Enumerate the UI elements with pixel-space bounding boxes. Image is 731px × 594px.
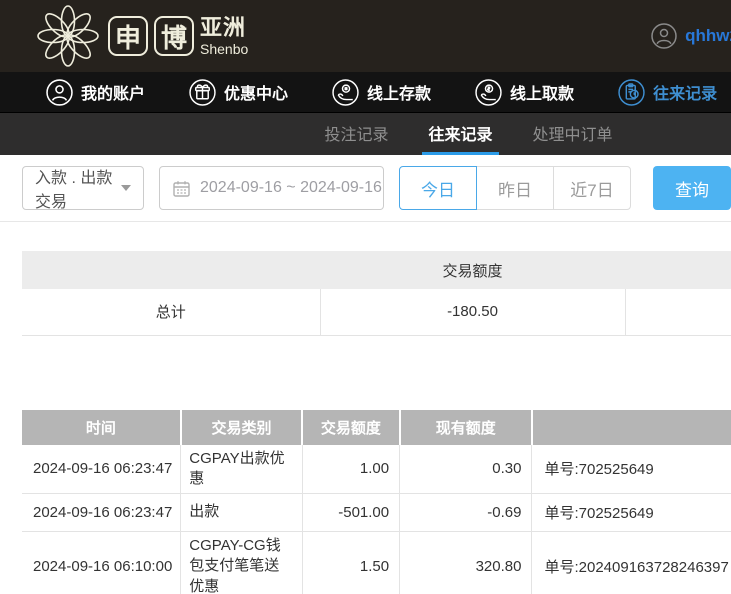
col-header-type: 交易类别	[181, 410, 302, 445]
today-button[interactable]: 今日	[399, 166, 477, 210]
cell-balance: 0.30	[400, 445, 532, 494]
records-icon	[618, 79, 645, 106]
nav-label: 往来记录	[653, 80, 717, 104]
nav-label: 我的账户	[81, 80, 145, 104]
top-header: 申 博 亚洲 Shenbo qhhw2	[0, 0, 731, 72]
col-header-amount: 交易额度	[302, 410, 400, 445]
nav-label: 优惠中心	[224, 80, 288, 104]
cell-type: CGPAY-CG钱包支付笔笔送优惠	[181, 532, 302, 594]
sub-nav: 投注记录 往来记录 处理中订单	[0, 113, 731, 155]
nav-item-my-account[interactable]: 我的账户	[46, 79, 145, 106]
nav-item-deposit[interactable]: 线上存款	[332, 79, 431, 106]
col-header-time: 时间	[22, 410, 181, 445]
logo-region-text: 亚洲	[200, 17, 248, 39]
summary-total-value: -180.50	[320, 289, 625, 335]
cell-time: 2024-09-16 06:23:47	[22, 494, 181, 532]
account-area: qhhw2	[651, 0, 731, 72]
transaction-type-select[interactable]: 入款 . 出款交易	[22, 166, 144, 210]
calendar-icon	[172, 179, 191, 198]
last7days-button[interactable]: 近7日	[553, 166, 631, 210]
table-row: 2024-09-16 06:10:00 CGPAY-CG钱包支付笔笔送优惠 1.…	[22, 532, 731, 594]
nav-item-withdraw[interactable]: 线上取款	[475, 79, 574, 106]
quick-date-group: 今日 昨日 近7日	[399, 166, 631, 210]
cell-amount: 1.00	[302, 445, 400, 494]
summary-table: 交易额度 总计 -180.50	[22, 251, 731, 336]
logo-char-shen: 申	[108, 16, 148, 56]
cell-summary: 单号:202409163728246397	[532, 532, 731, 594]
logo-char-bo: 博	[154, 16, 194, 56]
tab-transaction-records[interactable]: 往来记录	[422, 113, 498, 155]
col-header-summary: 摘要	[532, 410, 731, 445]
search-button[interactable]: 查询	[653, 166, 731, 210]
deposit-icon	[332, 79, 359, 106]
nav-item-records[interactable]: 往来记录	[618, 79, 717, 106]
cell-balance: 320.80	[400, 532, 532, 594]
cell-time: 2024-09-16 06:10:00	[22, 532, 181, 594]
col-header-balance: 现有额度	[400, 410, 532, 445]
table-row: 2024-09-16 06:23:47 出款 -501.00 -0.69 单号:…	[22, 494, 731, 532]
logo-region-block: 亚洲 Shenbo	[200, 17, 248, 56]
username-link[interactable]: qhhw2	[685, 26, 731, 46]
cell-balance: -0.69	[400, 494, 532, 532]
page: 申 博 亚洲 Shenbo qhhw2	[0, 0, 731, 594]
flower-logo-icon	[36, 4, 100, 68]
cell-type: CGPAY出款优惠	[181, 445, 302, 494]
main-nav: 我的账户 优惠中心 线上存款	[0, 72, 731, 113]
logo-characters: 申 博	[108, 16, 194, 56]
summary-total-label: 总计	[22, 289, 320, 335]
date-range-value: 2024-09-16 ~ 2024-09-16	[200, 179, 382, 197]
tab-betting-records[interactable]: 投注记录	[318, 113, 394, 155]
yesterday-button[interactable]: 昨日	[476, 166, 554, 210]
summary-header-empty	[22, 251, 320, 289]
divider	[0, 221, 731, 222]
cell-amount: 1.50	[302, 532, 400, 594]
avatar-icon	[651, 23, 677, 49]
cell-time: 2024-09-16 06:23:47	[22, 445, 181, 494]
nav-item-promotions[interactable]: 优惠中心	[189, 79, 288, 106]
cell-summary: 单号:702525649	[532, 445, 731, 494]
records-header-row: 时间 交易类别 交易额度 现有额度 摘要	[22, 410, 731, 445]
filter-row: 入款 . 出款交易 2024-09-16 ~ 2024-09-16 今日 昨日 …	[22, 166, 731, 210]
chevron-down-icon	[121, 185, 131, 191]
table-row: 2024-09-16 06:23:47 CGPAY出款优惠 1.00 0.30 …	[22, 445, 731, 494]
cell-amount: -501.00	[302, 494, 400, 532]
transaction-type-value: 入款 . 出款交易	[35, 164, 121, 212]
summary-header-empty2	[625, 251, 731, 289]
summary-total-empty	[625, 289, 731, 335]
logo-subtitle: Shenbo	[200, 42, 248, 56]
withdraw-icon	[475, 79, 502, 106]
summary-header-amount: 交易额度	[320, 251, 625, 289]
summary-total-row: 总计 -180.50	[22, 289, 731, 335]
brand-logo[interactable]: 申 博 亚洲 Shenbo	[36, 4, 248, 68]
cell-type: 出款	[181, 494, 302, 532]
records-table: 时间 交易类别 交易额度 现有额度 摘要 2024-09-16 06:23:47…	[22, 410, 731, 594]
date-range-input[interactable]: 2024-09-16 ~ 2024-09-16	[159, 166, 384, 210]
cell-summary: 单号:702525649	[532, 494, 731, 532]
summary-header-row: 交易额度	[22, 251, 731, 289]
nav-label: 线上存款	[367, 80, 431, 104]
tab-processing-orders[interactable]: 处理中订单	[527, 113, 619, 155]
gift-icon	[189, 79, 216, 106]
user-icon	[46, 79, 73, 106]
nav-label: 线上取款	[510, 80, 574, 104]
